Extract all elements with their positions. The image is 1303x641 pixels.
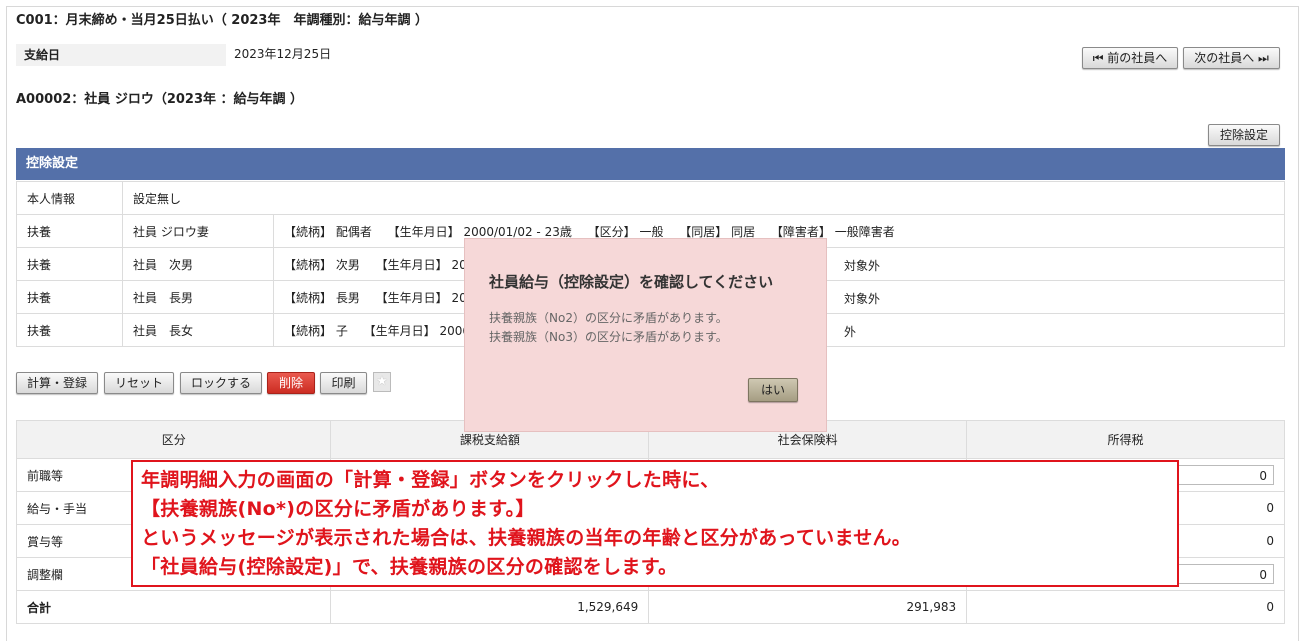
- row-name: 社員 次男: [122, 247, 274, 281]
- table-row: 合計 1,529,649 291,983 0: [15, 590, 1285, 624]
- callout-line: 年調明細入力の画面の「計算・登録」ボタンをクリックした時に、: [141, 469, 720, 491]
- taxable-total: 1,529,649: [330, 590, 650, 624]
- row-detail-text: 【続柄】 配偶者 【生年月日】 2000/01/02 - 23歳 【区分】 一般…: [284, 224, 895, 239]
- reset-button[interactable]: リセット: [104, 372, 174, 394]
- employee-title: A00002：社員 ジロウ（2023年 ：給与年調 ）: [16, 92, 304, 107]
- lock-button[interactable]: ロックする: [180, 372, 262, 394]
- page-title: C001：月末締め・当月25日払い（ 2023年 年調種別：給与年調 ）: [16, 13, 429, 28]
- social-insurance-total: 291,983: [648, 590, 968, 624]
- dialog-message: 扶養親族（No2）の区分に矛盾があります。: [489, 311, 728, 325]
- row-detail-suffix: 対象外: [844, 259, 881, 273]
- row-type: 扶養: [16, 313, 123, 347]
- row-type: 扶養: [16, 214, 123, 248]
- row-detail-text: 【続柄】 子 【生年月日】 2006/: [284, 323, 475, 338]
- confirm-dialog: 社員給与（控除設定）を確認してください 扶養親族（No2）の区分に矛盾があります…: [464, 238, 827, 432]
- row-detail-suffix: 外: [844, 325, 857, 339]
- delete-button[interactable]: 削除: [267, 372, 315, 394]
- row-type: 本人情報: [16, 181, 123, 215]
- row-detail-text: 【続柄】 長男 【生年月日】 200: [284, 290, 475, 305]
- annotation-callout: 年調明細入力の画面の「計算・登録」ボタンをクリックした時に、 【扶養親族(No*…: [131, 460, 1179, 587]
- prev-employee-button[interactable]: ⏮ 前の社員へ: [1082, 47, 1178, 69]
- row-detail-text: 【続柄】 次男 【生年月日】 200: [284, 257, 475, 272]
- calc-register-button[interactable]: 計算・登録: [16, 372, 98, 394]
- row-detail-suffix: 対象外: [844, 292, 881, 306]
- column-header: 区分: [15, 420, 332, 459]
- income-tax-total: 0: [966, 590, 1285, 624]
- row-type: 扶養: [16, 247, 123, 281]
- row-name: 社員 ジロウ妻: [122, 214, 274, 248]
- table-row: 本人情報 設定無し: [16, 181, 1285, 215]
- print-button[interactable]: 印刷: [320, 372, 367, 394]
- dialog-ok-button[interactable]: はい: [748, 378, 798, 402]
- payday-label: 支給日: [16, 44, 226, 66]
- star-icon[interactable]: ★: [373, 372, 391, 392]
- deduction-section-header: 控除設定: [16, 148, 1285, 180]
- dialog-title: 社員給与（控除設定）を確認してください: [489, 273, 774, 291]
- row-name: 社員 長男: [122, 280, 274, 314]
- deduction-settings-button[interactable]: 控除設定: [1208, 124, 1280, 146]
- dialog-message: 扶養親族（No3）の区分に矛盾があります。: [489, 330, 728, 344]
- callout-line: 【扶養親族(No*)の区分に矛盾があります。】: [141, 498, 535, 520]
- row-name: 設定無し: [122, 181, 1285, 215]
- payday-value: 2023年12月25日: [234, 47, 332, 61]
- callout-line: というメッセージが表示された場合は、扶養親族の当年の年齢と区分があっていません。: [141, 527, 912, 549]
- column-header: 所得税: [966, 420, 1285, 459]
- row-name: 社員 長女: [122, 313, 274, 347]
- row-type: 扶養: [16, 280, 123, 314]
- next-employee-button[interactable]: 次の社員へ ⏭: [1183, 47, 1280, 69]
- row-label: 合計: [15, 590, 332, 624]
- callout-line: 「社員給与(控除設定)」で、扶養親族の区分の確認をします。: [141, 556, 678, 578]
